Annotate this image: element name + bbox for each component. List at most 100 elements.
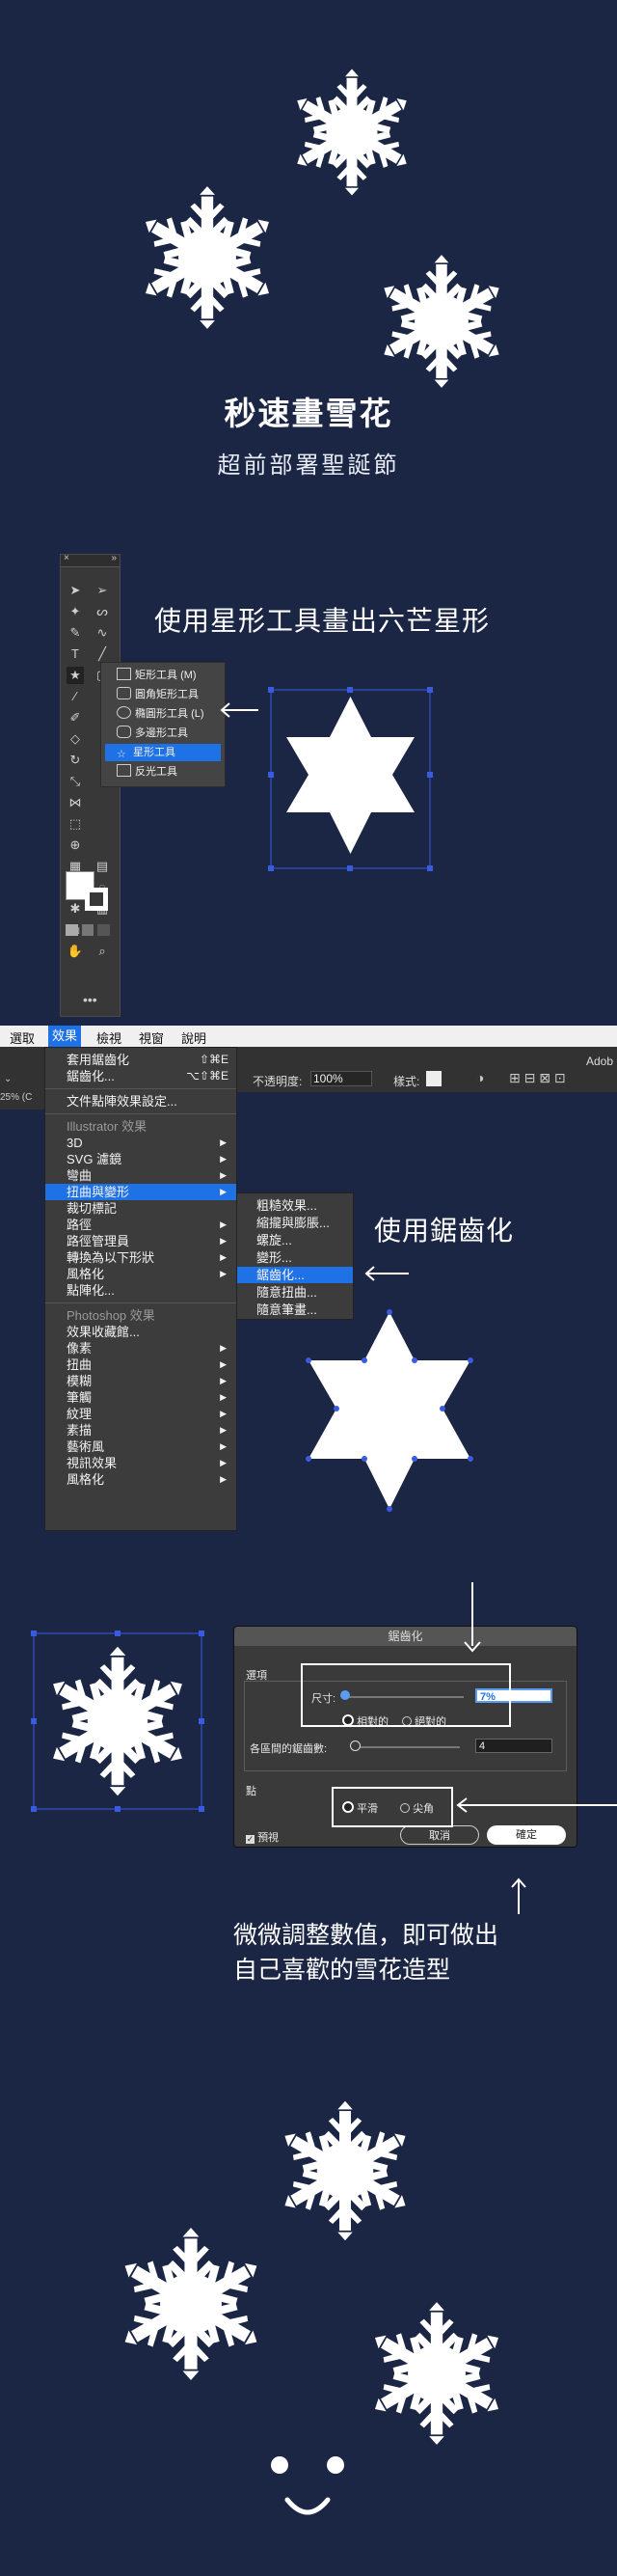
draw-mode-icons[interactable] bbox=[66, 924, 111, 936]
menu-item-artistic[interactable]: 藝術風 ▶ bbox=[45, 1439, 236, 1455]
menu-item-3d[interactable]: 3D ▶ bbox=[45, 1135, 236, 1151]
lasso-tool-icon[interactable]: ᔕ bbox=[94, 603, 111, 620]
shape-tools-flyout: 矩形工具 (M) 圓角矩形工具 橢圓形工具 (L) 多邊形工具 ☆ 星形工具 反光… bbox=[100, 662, 226, 787]
pen-tool-icon[interactable]: ✎ bbox=[67, 624, 84, 642]
flyout-item-rounded-rectangle[interactable]: 圓角矩形工具 bbox=[105, 686, 221, 703]
polygon-icon bbox=[117, 726, 131, 738]
submenu-arrow-icon: ▶ bbox=[220, 1474, 227, 1484]
style-swatch[interactable] bbox=[426, 1071, 442, 1086]
note-line-1: 微微調整數值，即可做出 bbox=[233, 1922, 499, 1949]
star-tool-icon[interactable]: ★ bbox=[67, 667, 84, 684]
star-icon: ☆ bbox=[117, 749, 126, 760]
shape-builder-tool-icon[interactable]: ⊕ bbox=[67, 836, 84, 854]
gradient-tool-icon[interactable]: ▤ bbox=[94, 858, 111, 875]
more-tools-icon[interactable]: ••• bbox=[83, 992, 97, 1007]
close-icon[interactable]: × bbox=[64, 553, 69, 563]
shaper-tool-icon[interactable]: ✐ bbox=[67, 709, 84, 726]
menu-help[interactable]: 說明 bbox=[181, 1028, 206, 1047]
symbol-sprayer-tool-icon[interactable]: ✱ bbox=[67, 900, 84, 918]
flyout-item-star[interactable]: ☆ 星形工具 bbox=[105, 744, 221, 761]
eraser-tool-icon[interactable]: ◇ bbox=[67, 730, 84, 748]
step2-heading: 使用鋸齒化 bbox=[374, 1216, 515, 1246]
menu-select[interactable]: 選取 bbox=[10, 1028, 35, 1047]
snowflake-left bbox=[135, 176, 280, 340]
menu-item-rasterize[interactable]: 點陣化... bbox=[45, 1282, 236, 1299]
preview-checkbox[interactable]: ✓ 預視 bbox=[246, 1829, 279, 1845]
submenu-arrow-icon: ▶ bbox=[220, 1392, 227, 1402]
opacity-input[interactable]: 100% bbox=[310, 1071, 372, 1086]
submenu-item-roughen[interactable]: 粗糙效果... bbox=[237, 1197, 353, 1214]
star-shape-selected bbox=[268, 687, 433, 871]
submenu-arrow-icon: ▶ bbox=[220, 1170, 227, 1180]
menu-item-brush-strokes[interactable]: 筆觸 ▶ bbox=[45, 1389, 236, 1406]
collapse-icon[interactable]: » bbox=[111, 553, 117, 563]
flyout-item-flare[interactable]: 反光工具 bbox=[105, 763, 221, 781]
menu-item-path[interactable]: 路徑 ▶ bbox=[45, 1217, 236, 1233]
menu-item-document-raster[interactable]: 文件點陣效果設定... bbox=[45, 1093, 236, 1110]
align-icons[interactable]: ⊞ ⊟ ⊠ ⊡ bbox=[509, 1070, 566, 1086]
scale-tool-icon[interactable]: ⤡ bbox=[67, 773, 84, 790]
ridges-input[interactable]: 4 bbox=[475, 1739, 552, 1753]
menu-item-effect-gallery[interactable]: 效果收藏館... bbox=[45, 1324, 236, 1340]
dropdown-chevron-icon[interactable]: ⌄ bbox=[4, 1074, 12, 1084]
direct-selection-tool-icon[interactable]: ➢ bbox=[94, 582, 111, 599]
menu-effect[interactable]: 效果 bbox=[48, 1026, 82, 1047]
menu-item-stylize[interactable]: 風格化 ▶ bbox=[45, 1266, 236, 1282]
menu-item-convert-shape[interactable]: 轉換為以下形狀 ▶ bbox=[45, 1249, 236, 1266]
free-transform-tool-icon[interactable]: ⬚ bbox=[67, 815, 84, 833]
app-name: Adob bbox=[585, 1055, 613, 1068]
menu-item-crop-marks[interactable]: 裁切標記 bbox=[45, 1200, 236, 1217]
flare-icon bbox=[117, 764, 131, 777]
submenu-arrow-icon: ▶ bbox=[220, 1219, 227, 1229]
zoom-tool-icon[interactable]: ⌕ bbox=[94, 943, 111, 960]
zoom-indicator: 25% (C bbox=[0, 1092, 48, 1110]
menu-item-zig-zag[interactable]: 鋸齒化... ⌥⇧⌘E bbox=[45, 1068, 236, 1084]
flyout-item-rectangle[interactable]: 矩形工具 (M) bbox=[105, 667, 221, 684]
snowflake-right bbox=[374, 249, 509, 394]
rectangle-icon bbox=[117, 668, 131, 680]
curvature-tool-icon[interactable]: ∿ bbox=[94, 624, 111, 642]
menu-item-distort[interactable]: 扭曲 ▶ bbox=[45, 1357, 236, 1373]
submenu-arrow-icon: ▶ bbox=[220, 1458, 227, 1467]
snowflake-bottom-right bbox=[364, 2294, 509, 2453]
rotate-tool-icon[interactable]: ↻ bbox=[67, 752, 84, 769]
menu-item-distort-transform[interactable]: 扭曲與變形 ▶ bbox=[45, 1184, 236, 1200]
menu-item-pixelate[interactable]: 像素 ▶ bbox=[45, 1340, 236, 1357]
menu-item-apply-zig-zag[interactable]: 套用鋸齒化 ⇧⌘E bbox=[45, 1052, 236, 1068]
menu-view[interactable]: 檢視 bbox=[96, 1028, 121, 1047]
menu-item-pathfinder[interactable]: 路徑管理員 ▶ bbox=[45, 1233, 236, 1249]
stroke-color-swatch[interactable] bbox=[85, 888, 108, 911]
submenu-arrow-icon: ▶ bbox=[220, 1187, 227, 1196]
recolor-icon[interactable]: ◑ bbox=[476, 1070, 484, 1085]
ridges-slider-knob[interactable] bbox=[350, 1740, 361, 1751]
line-tool-icon[interactable]: ╱ bbox=[94, 645, 111, 663]
menu-item-stylize-ps[interactable]: 風格化 ▶ bbox=[45, 1471, 236, 1488]
step1-heading: 使用星形工具畫出六芒星形 bbox=[154, 606, 491, 636]
menu-item-video[interactable]: 視訊效果 ▶ bbox=[45, 1455, 236, 1471]
hand-tool-icon[interactable]: ✋ bbox=[67, 943, 84, 960]
snowflake-top bbox=[287, 58, 416, 206]
selection-tool-icon[interactable]: ➤ bbox=[67, 582, 84, 599]
submenu-item-zig-zag[interactable]: 鋸齒化... bbox=[237, 1267, 353, 1283]
flyout-item-ellipse[interactable]: 橢圓形工具 (L) bbox=[105, 705, 221, 723]
menu-window[interactable]: 視窗 bbox=[139, 1028, 164, 1047]
menu-item-blur[interactable]: 模糊 ▶ bbox=[45, 1373, 236, 1389]
paintbrush-tool-icon[interactable]: ⁄ bbox=[67, 688, 84, 705]
submenu-item-pucker-bloat[interactable]: 縮攏與膨脹... bbox=[237, 1215, 353, 1231]
menu-item-sketch[interactable]: 素描 ▶ bbox=[45, 1422, 236, 1439]
menu-item-svg-filters[interactable]: SVG 濾鏡 ▶ bbox=[45, 1151, 236, 1167]
flyout-item-polygon[interactable]: 多邊形工具 bbox=[105, 725, 221, 742]
width-tool-icon[interactable]: ⋈ bbox=[67, 794, 84, 811]
menu-item-warp[interactable]: 彎曲 ▶ bbox=[45, 1167, 236, 1184]
illustrator-effects-header: Illustrator 效果 bbox=[67, 1119, 148, 1134]
magic-wand-tool-icon[interactable]: ✦ bbox=[67, 603, 84, 620]
ok-button[interactable]: 確定 bbox=[487, 1825, 566, 1845]
submenu-item-twist[interactable]: 螺旋... bbox=[237, 1232, 353, 1248]
submenu-item-free-distort[interactable]: 隨意扭曲... bbox=[237, 1284, 353, 1301]
cancel-button[interactable]: 取消 bbox=[400, 1825, 479, 1845]
submenu-item-transform[interactable]: 變形... bbox=[237, 1249, 353, 1266]
ridges-slider[interactable] bbox=[352, 1746, 460, 1748]
type-tool-icon[interactable]: T bbox=[67, 645, 84, 663]
arrow-left-icon bbox=[364, 1266, 409, 1281]
menu-item-texture[interactable]: 紋理 ▶ bbox=[45, 1406, 236, 1422]
